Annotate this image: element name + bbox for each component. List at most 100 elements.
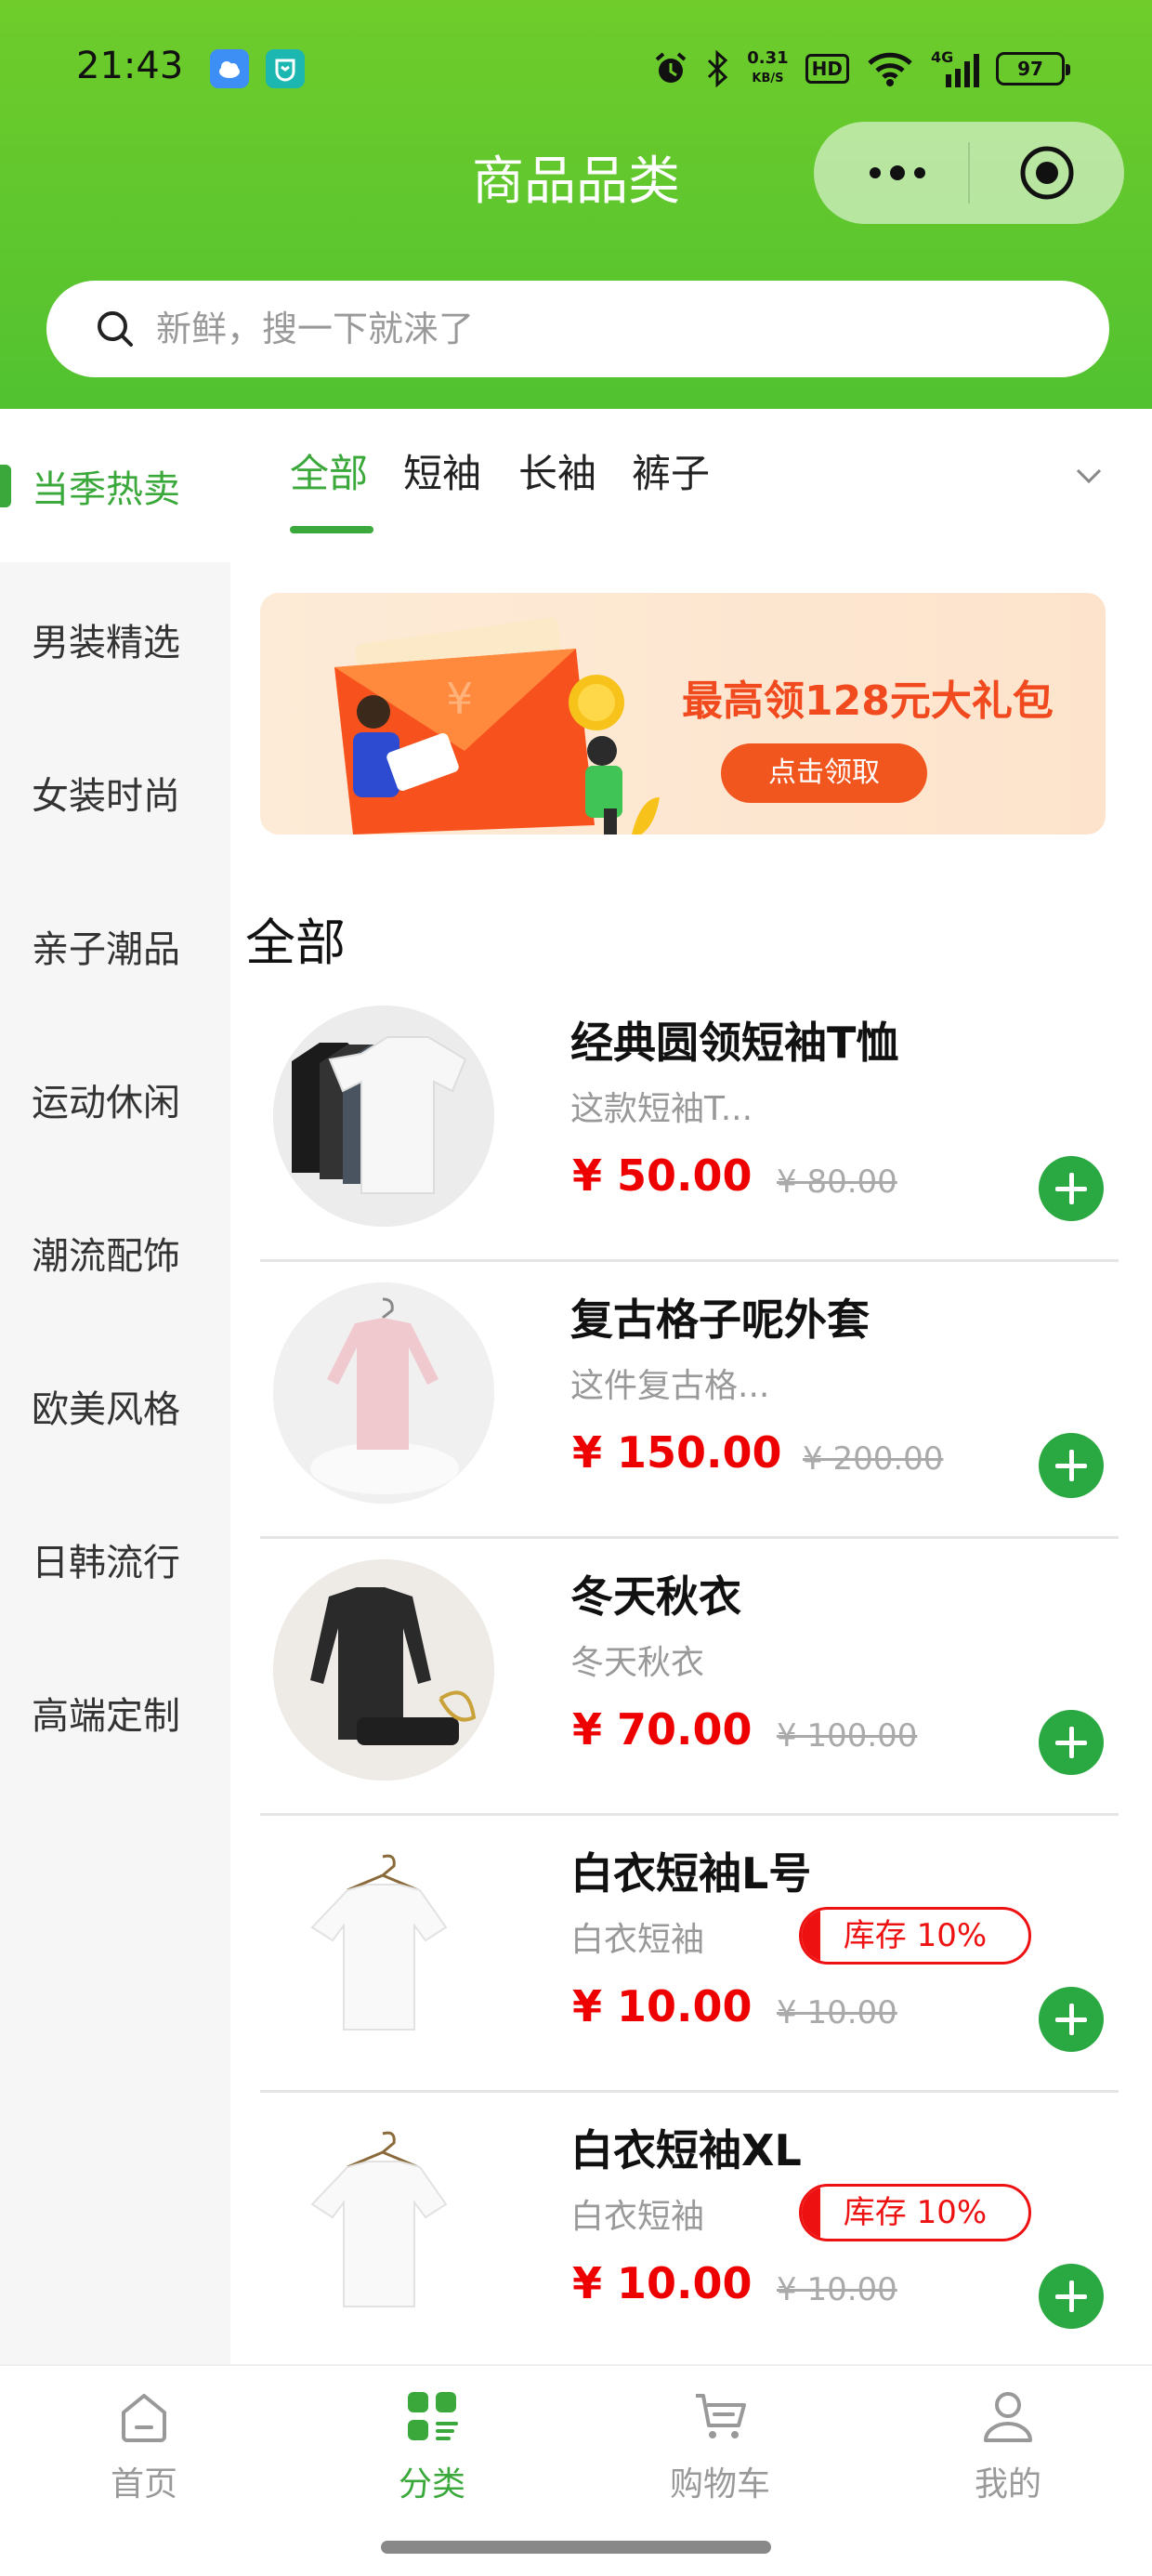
- tab-short-sleeve[interactable]: 短袖: [403, 442, 481, 499]
- tabbar-cart[interactable]: 购物车: [576, 2386, 864, 2517]
- sidebar-item-label: 欧美风格: [32, 1387, 180, 1431]
- status-bar: 21:43 0.31 KB/S HD 4G 97: [0, 0, 1152, 139]
- add-to-cart-button[interactable]: [1039, 1433, 1104, 1498]
- sidebar-item-parent-child[interactable]: 亲子潮品: [0, 869, 230, 1022]
- product-original-price: ¥ 10.00: [777, 2271, 897, 2308]
- svg-text:¥: ¥: [446, 674, 473, 724]
- product-desc: 白衣短袖: [570, 2198, 705, 2236]
- sidebar-item-custom[interactable]: 高端定制: [0, 1636, 230, 1789]
- product-image: [273, 2113, 494, 2334]
- product-image: [273, 1282, 494, 1504]
- product-image: [273, 1559, 494, 1781]
- product-desc: 这款短袖T...: [570, 1090, 753, 1128]
- product-card[interactable]: 经典圆领短袖T恤 这款短袖T... ¥ 50.00 ¥ 80.00: [260, 985, 1119, 1262]
- sidebar-item-label: 潮流配饰: [32, 1234, 180, 1278]
- banner-headline: 最高领128元大礼包: [682, 677, 1054, 725]
- sidebar-item-western-style[interactable]: 欧美风格: [0, 1329, 230, 1482]
- product-name: 冬天秋衣: [570, 1571, 741, 1622]
- alarm-icon: [655, 52, 687, 83]
- product-desc: 这件复古格...: [570, 1367, 770, 1405]
- tab-pants[interactable]: 裤子: [632, 442, 710, 499]
- product-original-price: ¥ 200.00: [803, 1440, 944, 1478]
- cellular-signal: 4G: [931, 48, 979, 87]
- status-time: 21:43: [76, 45, 184, 87]
- product-price: ¥ 150.00: [572, 1427, 782, 1478]
- product-card[interactable]: 复古格子呢外套 这件复古格... ¥ 150.00 ¥ 200.00: [260, 1262, 1119, 1539]
- net-speed: 0.31 KB/S: [747, 48, 789, 86]
- sidebar-item-label: 女装时尚: [32, 774, 180, 818]
- add-to-cart-button[interactable]: [1039, 1987, 1104, 2052]
- sidebar-item-label: 运动休闲: [32, 1081, 180, 1124]
- product-price: ¥ 10.00: [572, 1981, 753, 2031]
- sidebar-item-label: 当季热卖: [32, 467, 180, 511]
- category-sidebar: 当季热卖 男装精选 女装时尚 亲子潮品 运动休闲 潮流配饰 欧美风格 日韩流行 …: [0, 409, 230, 2364]
- mi-app-icon: [266, 49, 305, 88]
- product-desc: 白衣短袖: [570, 1921, 705, 1959]
- tabbar-label: 购物车: [669, 2465, 770, 2504]
- search-icon: [98, 311, 133, 347]
- red-envelope-illustration: ¥: [334, 617, 660, 835]
- sidebar-item-label: 日韩流行: [32, 1541, 180, 1584]
- add-to-cart-button[interactable]: [1039, 2264, 1104, 2329]
- tabbar-profile[interactable]: 我的: [864, 2386, 1152, 2517]
- capsule-divider: [968, 142, 970, 204]
- product-name: 白衣短袖L号: [570, 1848, 812, 1899]
- home-indicator[interactable]: [381, 2541, 771, 2554]
- sidebar-item-menswear[interactable]: 男装精选: [0, 562, 230, 716]
- product-image: [273, 1836, 494, 2057]
- sidebar-item-label: 高端定制: [32, 1694, 180, 1738]
- hd-badge: HD: [805, 54, 849, 84]
- add-to-cart-button[interactable]: [1039, 1156, 1104, 1221]
- search-bar[interactable]: [46, 281, 1109, 377]
- sidebar-item-korean-japanese[interactable]: 日韩流行: [0, 1482, 230, 1636]
- weather-app-icon: [210, 49, 249, 88]
- tabbar-label: 我的: [974, 2465, 1041, 2504]
- product-original-price: ¥ 80.00: [777, 1163, 897, 1201]
- active-tab-indicator: [290, 526, 373, 533]
- sidebar-item-womenswear[interactable]: 女装时尚: [0, 716, 230, 869]
- status-icons: 0.31 KB/S HD 4G 97: [652, 43, 1070, 95]
- stock-badge: 库存 10%: [799, 1907, 1031, 1965]
- product-desc: 冬天秋衣: [570, 1644, 705, 1682]
- product-price: ¥ 70.00: [572, 1704, 753, 1755]
- battery-indicator: 97: [996, 52, 1070, 85]
- chevron-down-icon[interactable]: [1070, 461, 1107, 489]
- sidebar-item-seasonal-hot[interactable]: 当季热卖: [0, 409, 230, 562]
- tab-long-sleeve[interactable]: 长袖: [518, 442, 596, 499]
- sidebar-item-label: 男装精选: [32, 621, 180, 664]
- header: 21:43 0.31 KB/S HD 4G 97 商品品类: [0, 0, 1152, 409]
- tabbar-category[interactable]: 分类: [288, 2386, 576, 2517]
- category-icon: [408, 2392, 458, 2440]
- product-image: [273, 1005, 494, 1227]
- product-card[interactable]: 冬天秋衣 冬天秋衣 ¥ 70.00 ¥ 100.00: [260, 1539, 1119, 1816]
- add-to-cart-button[interactable]: [1039, 1710, 1104, 1775]
- claim-gift-button[interactable]: 点击领取: [721, 743, 927, 803]
- promo-banner[interactable]: ¥ 最高领128元大礼包 点击领取: [260, 593, 1106, 835]
- main-content: 全部 短袖 长袖 裤子 ¥ 最高领128元大礼包 点击领取 全部 经典圆领短袖T…: [230, 409, 1152, 2364]
- sidebar-item-label: 亲子潮品: [32, 927, 180, 971]
- product-card[interactable]: 白衣短袖L号 白衣短袖 库存 10% ¥ 10.00 ¥ 10.00: [260, 1816, 1119, 2093]
- product-name: 白衣短袖XL: [570, 2125, 802, 2175]
- product-original-price: ¥ 100.00: [777, 1717, 918, 1755]
- user-icon: [984, 2392, 1032, 2442]
- product-name: 复古格子呢外套: [570, 1295, 870, 1345]
- wifi-icon: [868, 52, 912, 86]
- search-input[interactable]: [156, 309, 992, 349]
- close-target-icon[interactable]: [1018, 144, 1076, 202]
- bluetooth-icon: [708, 50, 728, 87]
- product-card[interactable]: 白衣短袖XL 白衣短袖 库存 10% ¥ 10.00 ¥ 10.00: [260, 2093, 1119, 2364]
- mini-program-capsule: [814, 122, 1124, 224]
- tabbar-home[interactable]: 首页: [0, 2386, 288, 2517]
- product-name: 经典圆领短袖T恤: [570, 1018, 899, 1068]
- section-title: 全部: [245, 913, 346, 972]
- cart-icon: [696, 2394, 746, 2438]
- tab-all[interactable]: 全部: [290, 442, 368, 499]
- home-icon: [122, 2394, 166, 2442]
- more-icon[interactable]: [860, 150, 935, 196]
- product-price: ¥ 50.00: [572, 1150, 753, 1201]
- sidebar-item-accessories[interactable]: 潮流配饰: [0, 1176, 230, 1329]
- tabbar-label: 首页: [110, 2465, 177, 2504]
- subcategory-tabs: 全部 短袖 长袖 裤子: [230, 409, 1152, 539]
- sidebar-item-sports[interactable]: 运动休闲: [0, 1022, 230, 1176]
- tabbar-label: 分类: [398, 2465, 465, 2504]
